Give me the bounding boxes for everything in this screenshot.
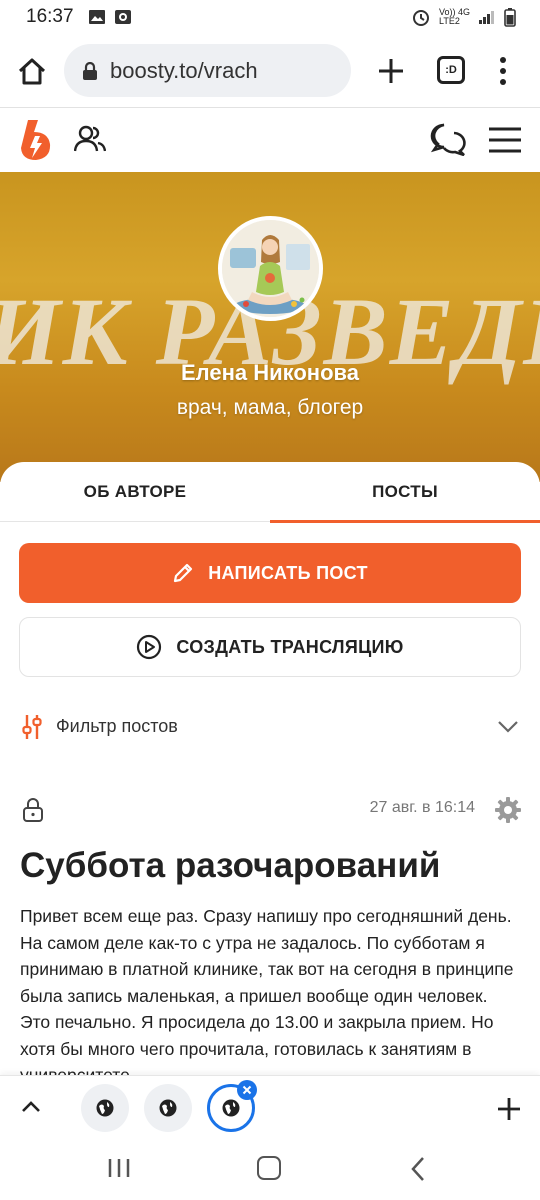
tab-thumbnail[interactable] bbox=[144, 1084, 192, 1132]
posts-filter[interactable]: Фильтр постов bbox=[0, 700, 540, 754]
browser-bottom-toolbar bbox=[0, 1075, 540, 1139]
close-tab-button[interactable] bbox=[237, 1080, 257, 1100]
filter-label: Фильтр постов bbox=[56, 716, 178, 736]
globe-icon bbox=[159, 1099, 177, 1117]
post-body: Привет всем еще раз. Сразу напишу про се… bbox=[20, 906, 514, 1075]
tab-posts[interactable]: ПОСТЫ bbox=[270, 462, 540, 523]
author-description: врач, мама, блогер bbox=[176, 396, 364, 419]
more-vert-icon[interactable] bbox=[496, 56, 510, 86]
hamburger-menu-icon[interactable] bbox=[488, 126, 522, 154]
back-icon[interactable] bbox=[410, 1156, 426, 1182]
pencil-icon bbox=[174, 563, 193, 583]
address-bar[interactable]: boosty.to/vrach bbox=[64, 44, 351, 97]
author-name: Елена Никонова bbox=[181, 360, 359, 385]
tab-thumbnail[interactable] bbox=[81, 1084, 129, 1132]
filter-sliders-icon bbox=[22, 715, 42, 739]
profile-tabs: ОБ АВТОРЕ ПОСТЫ bbox=[0, 462, 540, 523]
alarm-icon bbox=[412, 10, 429, 26]
avatar[interactable] bbox=[218, 216, 323, 321]
home-icon[interactable] bbox=[16, 56, 48, 88]
home-button[interactable] bbox=[257, 1156, 281, 1180]
close-icon bbox=[242, 1085, 252, 1095]
tab-switcher-icon[interactable]: :D bbox=[437, 56, 465, 84]
system-navigation-bar bbox=[0, 1139, 540, 1200]
gear-icon[interactable] bbox=[494, 796, 522, 824]
chevron-up-icon[interactable] bbox=[20, 1098, 42, 1116]
browser-toolbar: boosty.to/vrach :D bbox=[0, 34, 540, 108]
globe-icon bbox=[222, 1099, 240, 1117]
signal-icon bbox=[479, 11, 494, 24]
chevron-down-icon[interactable] bbox=[496, 716, 520, 736]
create-stream-button[interactable]: СОЗДАТЬ ТРАНСЛЯЦИЮ bbox=[19, 617, 521, 677]
battery-icon bbox=[504, 8, 516, 27]
write-post-label: НАПИСАТЬ ПОСТ bbox=[208, 562, 368, 583]
plus-icon[interactable] bbox=[496, 1096, 522, 1122]
recent-apps-icon[interactable] bbox=[106, 1157, 132, 1179]
play-circle-icon bbox=[137, 634, 162, 660]
url-text: boosty.to/vrach bbox=[110, 57, 258, 83]
boosty-logo[interactable] bbox=[18, 118, 54, 162]
globe-icon bbox=[96, 1099, 114, 1117]
site-header bbox=[0, 108, 540, 172]
post-title[interactable]: Суббота разочарований bbox=[20, 844, 520, 888]
network-label: Vo)) 4G LTE2 bbox=[438, 7, 470, 26]
avatar-illustration bbox=[222, 220, 319, 317]
write-post-button[interactable]: НАПИСАТЬ ПОСТ bbox=[19, 543, 521, 603]
create-stream-label: СОЗДАТЬ ТРАНСЛЯЦИЮ bbox=[176, 636, 404, 657]
status-bar: 16:37 Vo)) 4G LTE2 bbox=[0, 0, 540, 34]
lock-icon bbox=[83, 61, 97, 80]
app-notification-icon bbox=[114, 10, 131, 24]
lock-icon bbox=[23, 798, 43, 822]
people-icon[interactable] bbox=[74, 124, 106, 154]
chat-icon[interactable] bbox=[430, 122, 466, 156]
gallery-notification-icon bbox=[88, 10, 105, 24]
profile-cover: ИК РАЗВЕДЕ Елена Никонова врач, мама, бл… bbox=[0, 172, 540, 482]
post-date: 27 авг. в 16:14 bbox=[369, 799, 475, 816]
plus-icon[interactable] bbox=[376, 56, 406, 86]
status-time: 16:37 bbox=[26, 6, 74, 27]
tab-about[interactable]: ОБ АВТОРЕ bbox=[0, 462, 270, 522]
